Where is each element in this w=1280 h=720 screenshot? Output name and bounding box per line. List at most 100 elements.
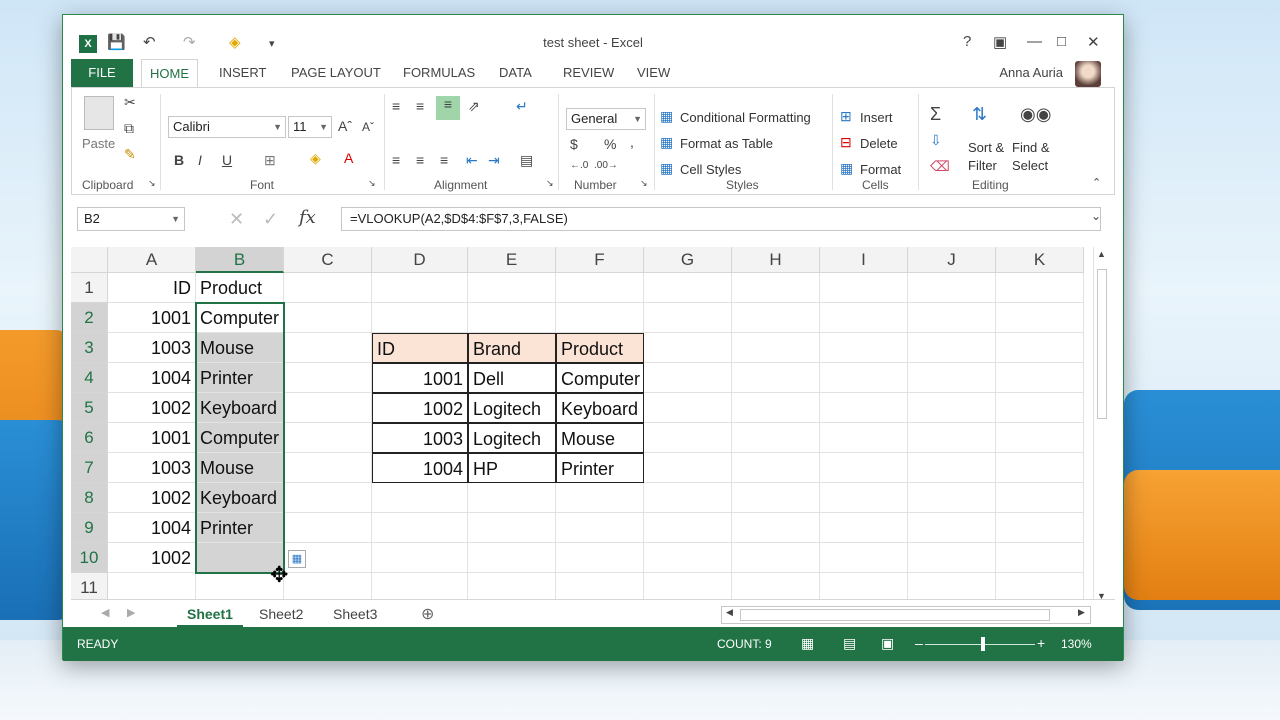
- number-format-select[interactable]: General ▼: [566, 108, 646, 130]
- borders-icon[interactable]: ⊞: [264, 152, 276, 169]
- cell-g10[interactable]: [644, 543, 732, 573]
- column-header-g[interactable]: G: [644, 247, 732, 273]
- spreadsheet-grid[interactable]: A B C D E F G H I J K 1 ID Product 2 1001 Computer 3 1003 M…: [71, 247, 1089, 605]
- enter-icon[interactable]: ✓: [263, 209, 278, 230]
- maximize-icon[interactable]: □: [1057, 33, 1066, 50]
- cell-g9[interactable]: [644, 513, 732, 543]
- comma-button[interactable]: ,: [630, 134, 634, 150]
- wrap-text-icon[interactable]: ↵: [516, 98, 528, 115]
- cell-k9[interactable]: [996, 513, 1084, 543]
- cell-a7[interactable]: 1003: [108, 453, 196, 483]
- column-header-e[interactable]: E: [468, 247, 556, 273]
- column-header-i[interactable]: I: [820, 247, 908, 273]
- cell-f1[interactable]: [556, 273, 644, 303]
- column-header-f[interactable]: F: [556, 247, 644, 273]
- format-table-icon[interactable]: ▦: [660, 134, 673, 151]
- cell-j5[interactable]: [908, 393, 996, 423]
- decrease-font-icon[interactable]: Aˇ: [362, 120, 374, 134]
- dialog-launcher-icon[interactable]: ↘: [546, 178, 554, 189]
- cell-e7[interactable]: HP: [468, 453, 556, 483]
- cell-h3[interactable]: [732, 333, 820, 363]
- hscroll-thumb[interactable]: [740, 609, 1050, 621]
- italic-button[interactable]: I: [198, 152, 202, 168]
- cell-c3[interactable]: [284, 333, 372, 363]
- cell-c9[interactable]: [284, 513, 372, 543]
- cell-e3[interactable]: Brand: [468, 333, 556, 363]
- cell-j10[interactable]: [908, 543, 996, 573]
- column-header-k[interactable]: K: [996, 247, 1084, 273]
- tab-review[interactable]: REVIEW: [563, 59, 614, 87]
- close-icon[interactable]: ✕: [1087, 33, 1100, 51]
- scroll-left-icon[interactable]: ◀: [726, 607, 733, 618]
- row-header-5[interactable]: 5: [71, 393, 108, 423]
- next-sheet-icon[interactable]: ▶: [127, 606, 135, 619]
- cell-j6[interactable]: [908, 423, 996, 453]
- fill-icon[interactable]: ⇩: [930, 132, 942, 149]
- cell-j3[interactable]: [908, 333, 996, 363]
- page-break-view-icon[interactable]: ▣: [881, 635, 894, 652]
- cell-h10[interactable]: [732, 543, 820, 573]
- cell-e10[interactable]: [468, 543, 556, 573]
- cell-k4[interactable]: [996, 363, 1084, 393]
- cell-b2[interactable]: Computer: [196, 303, 284, 333]
- cell-d4[interactable]: 1001: [372, 363, 468, 393]
- cell-c5[interactable]: [284, 393, 372, 423]
- cell-g8[interactable]: [644, 483, 732, 513]
- cell-e6[interactable]: Logitech: [468, 423, 556, 453]
- sheet-tab-sheet3[interactable]: Sheet3: [323, 600, 387, 628]
- column-header-c[interactable]: C: [284, 247, 372, 273]
- cell-h5[interactable]: [732, 393, 820, 423]
- cell-b7[interactable]: Mouse: [196, 453, 284, 483]
- zoom-in-icon[interactable]: +: [1037, 635, 1045, 651]
- collapse-ribbon-icon[interactable]: ⌃: [1092, 176, 1101, 189]
- decrease-indent-icon[interactable]: ⇤: [466, 152, 478, 169]
- ribbon-display-icon[interactable]: ▣: [993, 33, 1007, 51]
- cell-a9[interactable]: 1004: [108, 513, 196, 543]
- cell-j4[interactable]: [908, 363, 996, 393]
- paste-icon[interactable]: [84, 96, 114, 130]
- sort-filter-icon[interactable]: ⇅: [972, 104, 987, 125]
- cell-g3[interactable]: [644, 333, 732, 363]
- increase-decimal-icon[interactable]: ←.0: [570, 160, 588, 171]
- decrease-decimal-icon[interactable]: .00→: [594, 160, 618, 171]
- underline-button[interactable]: U: [222, 152, 232, 168]
- cell-k2[interactable]: [996, 303, 1084, 333]
- cell-d1[interactable]: [372, 273, 468, 303]
- row-header-9[interactable]: 9: [71, 513, 108, 543]
- cell-k1[interactable]: [996, 273, 1084, 303]
- select-all-corner[interactable]: [71, 247, 108, 273]
- conditional-formatting-icon[interactable]: ▦: [660, 108, 673, 125]
- row-header-8[interactable]: 8: [71, 483, 108, 513]
- find-select-button[interactable]: Find &: [1012, 140, 1050, 155]
- sheet-tab-sheet1[interactable]: Sheet1: [177, 600, 243, 628]
- font-size-select[interactable]: 11 ▼: [288, 116, 332, 138]
- normal-view-icon[interactable]: ▦: [801, 635, 814, 652]
- cell-e1[interactable]: [468, 273, 556, 303]
- binoculars-icon[interactable]: ◉◉: [1020, 104, 1051, 125]
- name-box[interactable]: B2 ▼: [77, 207, 185, 231]
- insert-cells-icon[interactable]: ⊞: [840, 108, 852, 125]
- delete-cells-icon[interactable]: ⊟: [840, 134, 852, 151]
- add-sheet-icon[interactable]: ⊕: [421, 604, 434, 624]
- cell-b4[interactable]: Printer: [196, 363, 284, 393]
- cell-b1[interactable]: Product: [196, 273, 284, 303]
- cell-j2[interactable]: [908, 303, 996, 333]
- cell-g4[interactable]: [644, 363, 732, 393]
- zoom-slider[interactable]: [925, 644, 1035, 645]
- prev-sheet-icon[interactable]: ◀: [101, 606, 109, 619]
- cut-icon[interactable]: ✂: [124, 94, 136, 111]
- cell-f5[interactable]: Keyboard: [556, 393, 644, 423]
- row-header-3[interactable]: 3: [71, 333, 108, 363]
- cell-b3[interactable]: Mouse: [196, 333, 284, 363]
- autosum-icon[interactable]: Σ: [930, 104, 941, 125]
- row-header-1[interactable]: 1: [71, 273, 108, 303]
- cell-d2[interactable]: [372, 303, 468, 333]
- cell-i8[interactable]: [820, 483, 908, 513]
- minimize-icon[interactable]: —: [1027, 33, 1042, 50]
- cell-d6[interactable]: 1003: [372, 423, 468, 453]
- sort-filter-button[interactable]: Sort &: [968, 140, 1004, 155]
- horizontal-scrollbar[interactable]: ◀ ▶: [721, 606, 1091, 624]
- tab-home[interactable]: HOME: [141, 59, 198, 88]
- cell-f9[interactable]: [556, 513, 644, 543]
- cell-h1[interactable]: [732, 273, 820, 303]
